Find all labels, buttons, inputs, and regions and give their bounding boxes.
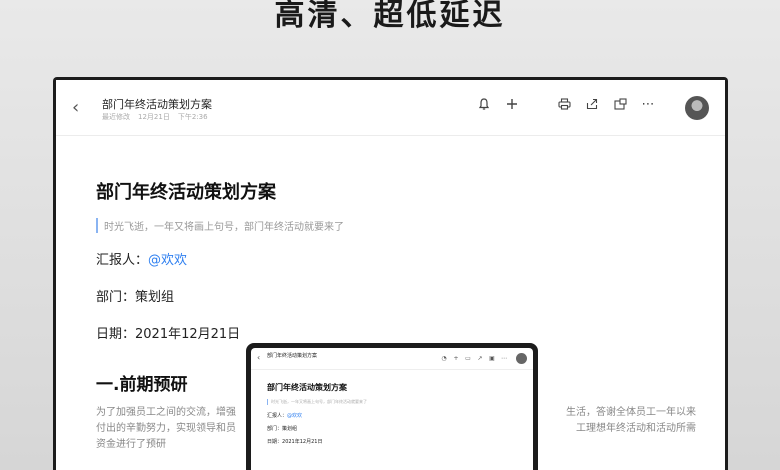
dept-label: 部门： (96, 290, 136, 305)
tablet-doc-body: 部门年终活动策划方案 时光飞逝，一年又将画上句号，部门年终活动就要来了 汇报人：… (267, 382, 367, 451)
meta-edit: 最近修改 (102, 113, 130, 121)
reporter-label: 汇报人： (96, 253, 149, 268)
chevron-left-icon[interactable]: ‹ (72, 99, 86, 117)
headline: 高清、超低延迟 (274, 0, 506, 33)
meta-date: 12月21日 (138, 113, 170, 121)
plus-icon[interactable]: + (453, 355, 459, 362)
tablet-reporter-mention[interactable]: @欢欢 (287, 413, 302, 419)
window-icon[interactable] (613, 98, 627, 112)
toolbar: ⋯ (477, 98, 655, 112)
bell-icon[interactable]: ◔ (441, 355, 447, 362)
para-right-2: 工理想年终活动和活动所需 (576, 423, 696, 434)
tablet-doc-title: 部门年终活动策划方案 (267, 353, 318, 359)
more-icon[interactable]: ⋯ (501, 355, 507, 362)
tablet-doc-heading: 部门年终活动策划方案 (267, 383, 347, 392)
share-icon[interactable]: ↗ (477, 355, 483, 362)
bell-icon[interactable] (477, 98, 491, 112)
window-icon[interactable]: ▣ (489, 355, 495, 362)
tablet-toolbar: ◔ + ▭ ↗ ▣ ⋯ (441, 355, 507, 362)
doc-heading: 部门年终活动策划方案 (96, 182, 276, 203)
tablet-screen: ‹ 部门年终活动策划方案 ◔ + ▭ ↗ ▣ ⋯ 部门年终活动策划方案 时光飞逝… (251, 348, 533, 470)
reporter-mention[interactable]: @欢欢 (148, 253, 187, 268)
tablet-reporter-field: 汇报人：@欢欢 (267, 412, 367, 419)
tablet-topbar: ‹ 部门年终活动策划方案 ◔ + ▭ ↗ ▣ ⋯ (251, 348, 533, 370)
tablet: ‹ 部门年终活动策划方案 ◔ + ▭ ↗ ▣ ⋯ 部门年终活动策划方案 时光飞逝… (246, 343, 538, 470)
more-icon[interactable]: ⋯ (641, 98, 655, 112)
doc-title: 部门年终活动策划方案 (102, 98, 212, 111)
chevron-left-icon[interactable]: ‹ (257, 353, 260, 362)
avatar[interactable] (685, 96, 709, 120)
date-field: 日期：2021年12月21日 (96, 323, 696, 342)
share-icon[interactable] (585, 98, 599, 112)
tablet-doc-quote: 时光飞逝，一年又将画上句号，部门年终活动就要来了 (267, 399, 367, 405)
tablet-dept-field: 部门：策划组 (267, 425, 367, 432)
dept-field: 部门：策划组 (96, 286, 696, 305)
doc-meta: 最近修改 12月21日 下午2:36 (102, 112, 208, 122)
printer-icon[interactable]: ▭ (465, 355, 471, 362)
tablet-reporter-label: 汇报人： (267, 413, 288, 419)
tablet-dept-value: 策划组 (282, 426, 298, 432)
date-label: 日期： (96, 327, 136, 342)
reporter-field: 汇报人：@欢欢 (96, 249, 696, 268)
para-right-1: 生活，答谢全体员工一年以来 (566, 407, 696, 418)
tablet-date-label: 日期： (267, 439, 283, 445)
doc-topbar: ‹ 部门年终活动策划方案 最近修改 12月21日 下午2:36 ⋯ (56, 80, 725, 136)
printer-icon[interactable] (557, 98, 571, 112)
date-value: 2021年12月21日 (135, 327, 241, 342)
tablet-dept-label: 部门： (267, 426, 283, 432)
plus-icon[interactable] (505, 98, 519, 112)
tablet-date-field: 日期：2021年12月21日 (267, 438, 367, 445)
para-left-3: 资金进行了预研 (96, 439, 166, 450)
dept-value: 策划组 (135, 290, 175, 305)
para-left-2: 付出的辛勤努力，实现领导和员 (96, 423, 236, 434)
meta-time: 下午2:36 (177, 113, 208, 121)
tablet-date-value: 2021年12月21日 (282, 439, 323, 445)
doc-quote: 时光飞逝，一年又将画上句号，部门年终活动就要来了 (96, 218, 696, 233)
tablet-avatar[interactable] (516, 353, 527, 364)
para-left-1: 为了加强员工之间的交流，增强 (96, 407, 236, 418)
